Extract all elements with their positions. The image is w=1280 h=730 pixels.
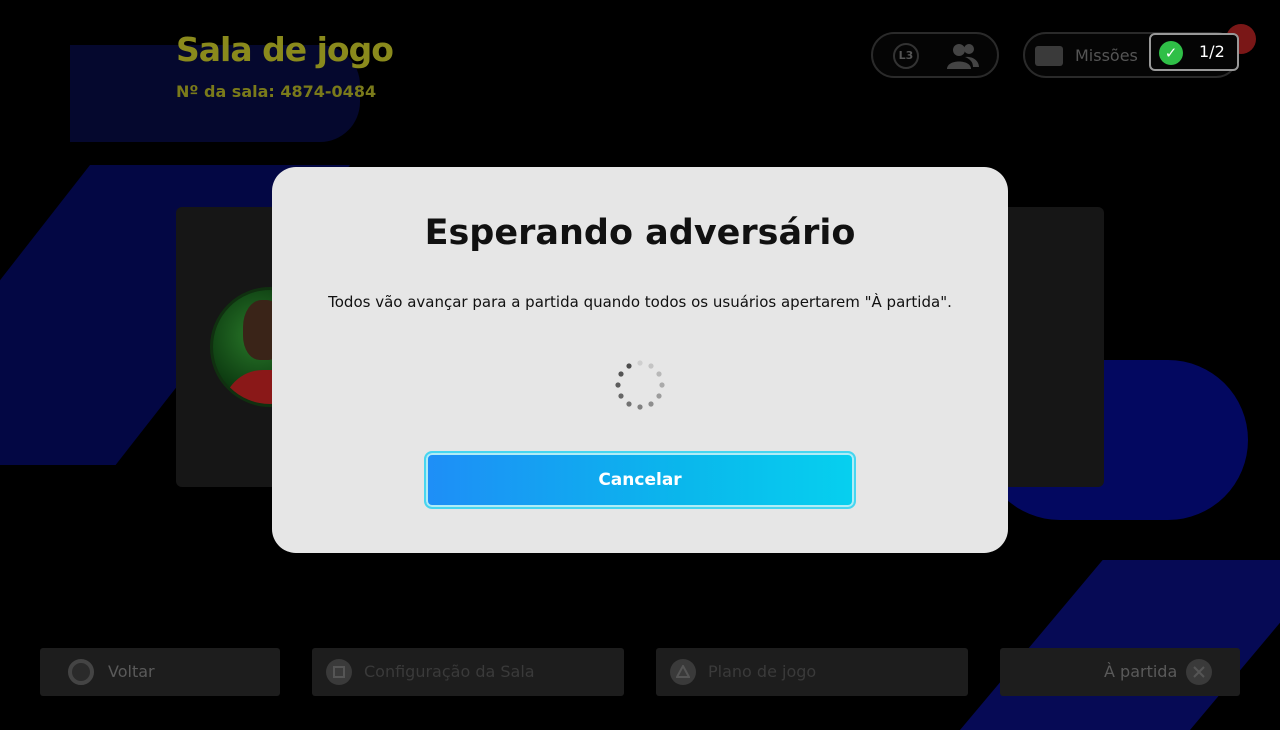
to-match-button[interactable]: À partida <box>1000 648 1240 696</box>
back-button[interactable]: Voltar <box>40 648 280 696</box>
missions-label: Missões <box>1075 46 1138 65</box>
missions-icon <box>1035 46 1063 66</box>
cross-glyph-icon <box>1193 666 1205 678</box>
dialog-message: Todos vão avançar para a partida quando … <box>328 293 952 311</box>
room-settings-button[interactable]: Configuração da Sala <box>312 648 624 696</box>
waiting-dialog: Esperando adversário Todos vão avançar p… <box>272 167 1008 553</box>
progress-count: 1/2 <box>1199 42 1225 61</box>
l3-button-icon: L3 <box>893 43 919 69</box>
cancel-button-label: Cancelar <box>598 470 682 490</box>
triangle-glyph-icon <box>676 665 690 678</box>
game-plan-button[interactable]: Plano de jogo <box>656 648 968 696</box>
dialog-title: Esperando adversário <box>424 213 856 253</box>
friends-button[interactable]: L3 <box>871 32 999 78</box>
cancel-button[interactable]: Cancelar <box>424 451 856 509</box>
game-plan-label: Plano de jogo <box>708 662 817 681</box>
circle-button-icon <box>68 659 94 685</box>
page-title: Sala de jogo <box>176 30 394 69</box>
room-number: Nº da sala: 4874-0484 <box>176 82 377 101</box>
mission-progress-badge: ✓ 1/2 <box>1149 33 1239 71</box>
loading-spinner-icon <box>615 360 665 410</box>
background-stripe-bottom <box>960 560 1280 730</box>
back-button-label: Voltar <box>108 662 155 681</box>
square-glyph-icon <box>333 666 345 678</box>
check-icon: ✓ <box>1159 41 1183 65</box>
to-match-label: À partida <box>1104 662 1178 681</box>
room-settings-label: Configuração da Sala <box>364 662 535 681</box>
people-icon <box>947 44 979 69</box>
